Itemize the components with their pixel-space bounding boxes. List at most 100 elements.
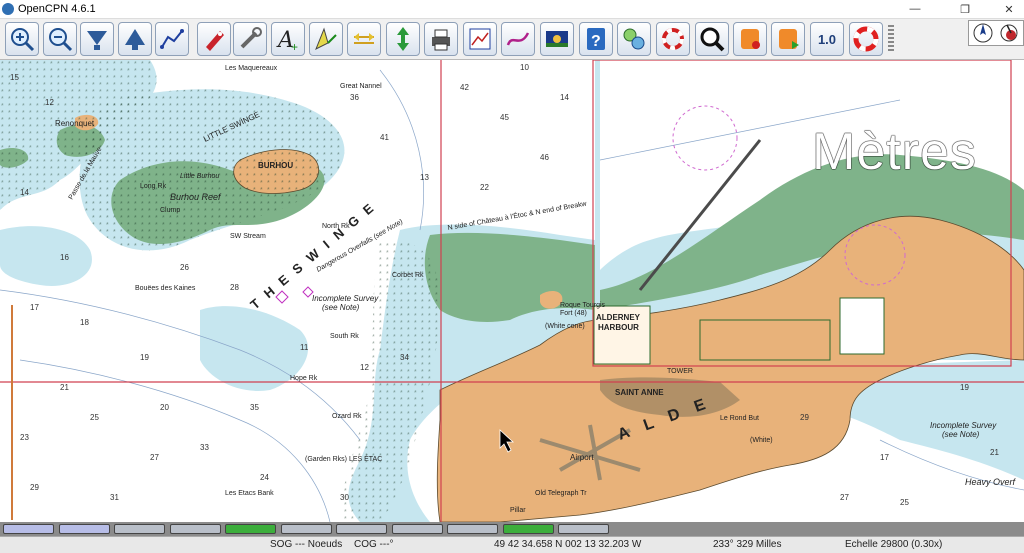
minimize-button[interactable]: —	[900, 0, 930, 18]
depth-sounding: 21	[60, 383, 69, 392]
label-white: (White)	[750, 437, 773, 444]
depth-sounding: 29	[800, 413, 809, 422]
depth-sounding: 26	[180, 263, 189, 272]
lifebuoy-icon	[853, 26, 879, 52]
route-manager-icon	[469, 28, 491, 50]
status-position: 49 42 34.658 N 002 13 32.203 W	[494, 539, 642, 550]
chart-piano-key[interactable]	[114, 524, 165, 534]
zoom-in-tool[interactable]	[5, 22, 39, 56]
scale-tool[interactable]: 1.0	[810, 22, 844, 56]
depth-sounding: 19	[960, 383, 969, 392]
status-bearing-distance: 233° 329 Milles	[713, 539, 782, 550]
label-great-nannel: Great Nannel	[340, 83, 382, 90]
mob-icon	[662, 28, 684, 50]
lifebuoy-tool[interactable]	[849, 22, 883, 56]
arrows-icon	[397, 27, 409, 51]
svg-text:+: +	[291, 40, 298, 53]
depth-sounding: 27	[150, 453, 159, 462]
chart-piano-key[interactable]	[447, 524, 498, 534]
color-scheme-tool[interactable]	[540, 22, 574, 56]
depth-sounding: 31	[110, 493, 119, 502]
depth-sounding: 13	[420, 173, 429, 182]
ship-icon	[206, 31, 224, 51]
label-pillar: Pillar	[510, 507, 526, 514]
notes-box	[839, 297, 885, 355]
depth-sounding: 18	[80, 318, 89, 327]
tide-icon	[354, 33, 374, 44]
print-tool[interactable]	[424, 22, 458, 56]
chart-piano-key[interactable]	[280, 524, 332, 534]
chart-canvas[interactable]: *	[0, 60, 1024, 522]
magnifier-icon	[700, 27, 725, 52]
label-white-cone: (White cone)	[545, 323, 585, 330]
record-tool[interactable]	[733, 22, 767, 56]
label-les-etacs-bank: Les Etacs Bank	[225, 490, 274, 497]
chart-piano-key[interactable]	[391, 524, 443, 534]
play-tool[interactable]	[771, 22, 805, 56]
label-roque-tourgis: Roque Tourgis	[560, 302, 606, 309]
label-south-rk: South Rk	[330, 333, 359, 340]
route-manager-tool[interactable]	[463, 22, 497, 56]
depth-sounding: 25	[90, 413, 99, 422]
play-icon	[779, 29, 799, 49]
label-long-rk: Long Rk	[140, 183, 167, 190]
scheme-icon	[546, 31, 568, 47]
depth-sounding: 11	[300, 343, 309, 352]
mob-tool[interactable]	[656, 22, 690, 56]
chart-piano-key[interactable]	[3, 524, 54, 534]
chart-piano-key[interactable]	[558, 524, 609, 534]
settings-tool[interactable]	[233, 22, 267, 56]
label-harbour: HARBOUR	[598, 323, 639, 332]
auto-follow-tool[interactable]	[197, 22, 231, 56]
restore-button[interactable]: ❐	[950, 0, 980, 18]
toolbar-grip[interactable]	[888, 25, 894, 53]
chart-piano-key[interactable]	[169, 524, 221, 534]
scale-out-tool[interactable]	[118, 22, 152, 56]
depth-sounding: 16	[60, 253, 69, 262]
zoom-out-icon	[49, 28, 73, 52]
label-fort: Fort (48)	[560, 310, 587, 317]
label-renonquet: Renonquet	[55, 119, 95, 128]
depth-sounding: 35	[250, 403, 259, 412]
track-manager-tool[interactable]	[501, 22, 535, 56]
depth-sounding: 34	[400, 353, 409, 362]
current-tool[interactable]	[309, 22, 343, 56]
zoom-out-tool[interactable]	[43, 22, 77, 56]
label-burhou-reef: Burhou Reef	[170, 192, 222, 202]
tide-tool[interactable]	[347, 22, 381, 56]
track-tool[interactable]	[386, 22, 420, 56]
depth-sounding: 27	[840, 493, 849, 502]
zoom-in-icon	[11, 28, 35, 52]
label-little-burhou: Little Burhou	[180, 173, 219, 180]
chart-piano-key[interactable]	[502, 524, 554, 534]
ais-tool[interactable]	[617, 22, 651, 56]
text-tool[interactable]: A +	[271, 22, 305, 56]
status-bar: SOG --- Noeuds COG ---° 49 42 34.658 N 0…	[0, 536, 1024, 553]
depth-sounding: 21	[990, 448, 999, 457]
chart-piano-key[interactable]	[58, 524, 110, 534]
label-le-rond-but: Le Rond But	[720, 415, 759, 422]
help-tool[interactable]: ?	[579, 22, 613, 56]
route-tool[interactable]	[155, 22, 189, 56]
depth-sounding: 12	[360, 363, 369, 372]
label-les-maquereaux: Les Maquereaux	[225, 65, 278, 72]
label-bouees-des-kaines: Bouëes des Kaines	[135, 285, 196, 292]
chart-piano-key[interactable]	[336, 524, 387, 534]
ais-icon	[623, 28, 645, 50]
scale-in-tool[interactable]	[80, 22, 114, 56]
rocks-area	[340, 239, 440, 522]
scale-factor-label: 1.0	[817, 31, 837, 47]
label-tower: TOWER	[667, 368, 693, 375]
wrench-icon	[240, 27, 262, 49]
depth-sounding: 17	[880, 453, 889, 462]
printer-icon	[432, 29, 450, 51]
close-button[interactable]: ✕	[994, 0, 1024, 18]
depth-sounding: 46	[540, 153, 549, 162]
depth-sounding: 33	[200, 443, 209, 452]
find-tool[interactable]	[695, 22, 729, 56]
depth-sounding: 12	[45, 98, 54, 107]
depth-sounding: 45	[500, 113, 509, 122]
depth-sounding: 14	[20, 188, 29, 197]
compass-widget[interactable]	[968, 20, 1024, 46]
chart-piano-key[interactable]	[225, 524, 276, 534]
